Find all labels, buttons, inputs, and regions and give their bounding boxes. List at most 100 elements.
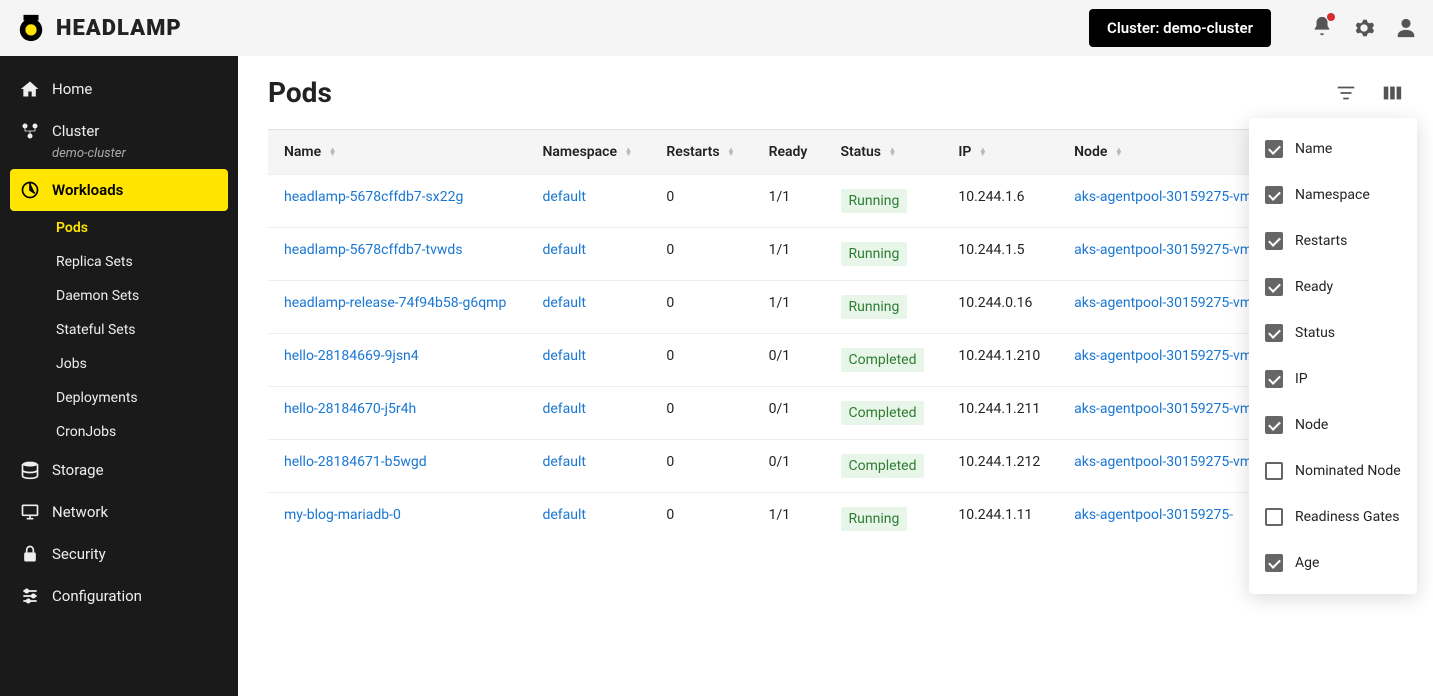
- node-link[interactable]: aks-agentpool-30159275-: [1074, 507, 1233, 523]
- checkbox[interactable]: [1265, 324, 1283, 342]
- column-option-namespace[interactable]: Namespace: [1249, 172, 1417, 218]
- pod-name-link[interactable]: my-blog-mariadb-0: [284, 507, 401, 523]
- pod-name-link[interactable]: headlamp-5678cffdb7-tvwds: [284, 242, 463, 258]
- column-option-node[interactable]: Node: [1249, 402, 1417, 448]
- column-option-restarts[interactable]: Restarts: [1249, 218, 1417, 264]
- workloads-icon: [20, 180, 40, 200]
- namespace-link[interactable]: default: [542, 348, 586, 364]
- subnav-item-replica-sets[interactable]: Replica Sets: [0, 245, 238, 279]
- subnav-item-cronjobs[interactable]: CronJobs: [0, 415, 238, 449]
- restarts-cell: 0: [650, 440, 752, 493]
- checkbox[interactable]: [1265, 278, 1283, 296]
- col-header-ip[interactable]: IP ▲▼: [942, 130, 1058, 175]
- status-badge: Running: [841, 242, 908, 266]
- filter-icon[interactable]: [1335, 82, 1357, 104]
- pod-name-link[interactable]: hello-28184671-b5wgd: [284, 454, 427, 470]
- subnav-item-deployments[interactable]: Deployments: [0, 381, 238, 415]
- subnav-item-jobs[interactable]: Jobs: [0, 347, 238, 381]
- checkbox[interactable]: [1265, 416, 1283, 434]
- col-header-namespace[interactable]: Namespace ▲▼: [526, 130, 650, 175]
- table-row: hello-28184669-9jsn4 default 0 0/1 Compl…: [268, 334, 1403, 387]
- cluster-badge[interactable]: Cluster: demo-cluster: [1089, 9, 1271, 47]
- pod-name-link[interactable]: headlamp-release-74f94b58-g6qmp: [284, 295, 506, 311]
- sidebar-item-label: Network: [52, 503, 108, 521]
- namespace-link[interactable]: default: [542, 295, 586, 311]
- app-logo[interactable]: HEADLAMP: [16, 13, 182, 43]
- checkbox[interactable]: [1265, 370, 1283, 388]
- sidebar-item-label: Workloads: [52, 181, 123, 199]
- column-option-label: Name: [1295, 141, 1332, 157]
- ip-cell: 10.244.1.212: [942, 440, 1058, 493]
- column-option-ip[interactable]: IP: [1249, 356, 1417, 402]
- user-icon[interactable]: [1395, 17, 1417, 39]
- pod-name-link[interactable]: hello-28184669-9jsn4: [284, 348, 419, 364]
- sidebar-item-label: Storage: [52, 461, 104, 479]
- status-badge: Running: [841, 189, 908, 213]
- checkbox[interactable]: [1265, 508, 1283, 526]
- subnav-item-daemon-sets[interactable]: Daemon Sets: [0, 279, 238, 313]
- sort-icon: ▲▼: [1115, 148, 1123, 156]
- ready-cell: 1/1: [753, 228, 825, 281]
- col-header-status[interactable]: Status ▲▼: [825, 130, 943, 175]
- sidebar-item-security[interactable]: Security: [0, 533, 238, 575]
- checkbox[interactable]: [1265, 462, 1283, 480]
- checkbox[interactable]: [1265, 554, 1283, 572]
- sort-icon: ▲▼: [979, 148, 987, 156]
- sidebar-item-network[interactable]: Network: [0, 491, 238, 533]
- column-option-name[interactable]: Name: [1249, 126, 1417, 172]
- namespace-link[interactable]: default: [542, 242, 586, 258]
- namespace-link[interactable]: default: [542, 401, 586, 417]
- checkbox[interactable]: [1265, 186, 1283, 204]
- sliders-icon: [20, 586, 40, 606]
- ready-cell: 0/1: [753, 387, 825, 440]
- ip-cell: 10.244.1.5: [942, 228, 1058, 281]
- sidebar-item-workloads[interactable]: Workloads: [10, 169, 228, 211]
- column-option-label: Restarts: [1295, 233, 1347, 249]
- column-option-age[interactable]: Age: [1249, 540, 1417, 586]
- sidebar-item-label: Home: [52, 80, 92, 98]
- col-header-restarts[interactable]: Restarts ▲▼: [650, 130, 752, 175]
- notification-dot: [1327, 13, 1335, 21]
- sidebar-item-label: Security: [52, 545, 106, 563]
- gear-icon[interactable]: [1353, 17, 1375, 39]
- column-option-label: IP: [1295, 371, 1308, 387]
- ready-cell: 1/1: [753, 175, 825, 228]
- column-option-readiness-gates[interactable]: Readiness Gates: [1249, 494, 1417, 540]
- sidebar-item-storage[interactable]: Storage: [0, 449, 238, 491]
- column-option-label: Node: [1295, 417, 1328, 433]
- namespace-link[interactable]: default: [542, 189, 586, 205]
- main-content: Pods Name ▲▼Namespace ▲▼Restarts ▲▼Ready…: [238, 56, 1433, 696]
- ip-cell: 10.244.1.211: [942, 387, 1058, 440]
- namespace-link[interactable]: default: [542, 454, 586, 470]
- subnav-item-pods[interactable]: Pods: [0, 211, 238, 245]
- column-option-ready[interactable]: Ready: [1249, 264, 1417, 310]
- column-option-status[interactable]: Status: [1249, 310, 1417, 356]
- home-icon: [20, 79, 40, 99]
- cluster-name-sub: demo-cluster: [0, 146, 238, 169]
- status-badge: Completed: [841, 348, 925, 372]
- subnav-item-stateful-sets[interactable]: Stateful Sets: [0, 313, 238, 347]
- notifications-button[interactable]: [1311, 15, 1333, 41]
- col-header-name[interactable]: Name ▲▼: [268, 130, 526, 175]
- column-option-label: Readiness Gates: [1295, 509, 1399, 525]
- checkbox[interactable]: [1265, 140, 1283, 158]
- sidebar-item-home[interactable]: Home: [0, 68, 238, 110]
- column-option-label: Age: [1295, 555, 1319, 571]
- sort-icon: ▲▼: [329, 148, 337, 156]
- column-picker-popover: Name Namespace Restarts ReadyStatus IP Node No…: [1249, 118, 1417, 594]
- table-row: hello-28184670-j5r4h default 0 0/1 Compl…: [268, 387, 1403, 440]
- namespace-link[interactable]: default: [542, 507, 586, 523]
- column-option-nominated-node[interactable]: Nominated Node: [1249, 448, 1417, 494]
- cluster-icon: [20, 121, 40, 141]
- column-option-label: Namespace: [1295, 187, 1370, 203]
- checkbox[interactable]: [1265, 232, 1283, 250]
- columns-icon[interactable]: [1381, 82, 1403, 104]
- pod-name-link[interactable]: hello-28184670-j5r4h: [284, 401, 416, 417]
- app-header: HEADLAMP Cluster: demo-cluster: [0, 0, 1433, 56]
- page-title: Pods: [268, 76, 332, 109]
- table-row: headlamp-5678cffdb7-tvwds default 0 1/1 …: [268, 228, 1403, 281]
- sidebar-item-configuration[interactable]: Configuration: [0, 575, 238, 617]
- restarts-cell: 0: [650, 281, 752, 334]
- table-row: headlamp-5678cffdb7-sx22g default 0 1/1 …: [268, 175, 1403, 228]
- pod-name-link[interactable]: headlamp-5678cffdb7-sx22g: [284, 189, 463, 205]
